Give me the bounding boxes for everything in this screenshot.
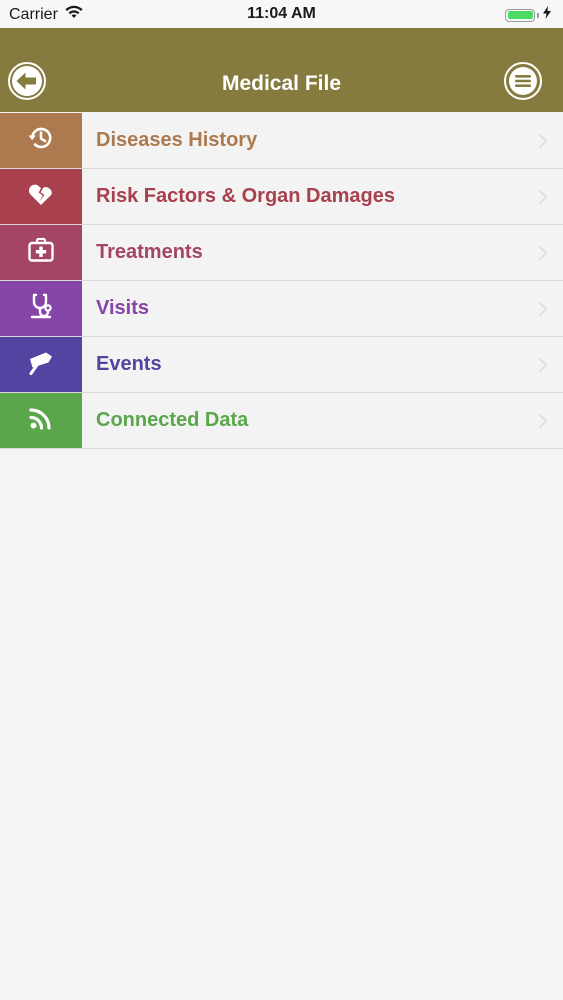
charging-bolt-icon xyxy=(543,6,551,24)
menu-item-treatments[interactable]: Treatments xyxy=(0,225,563,281)
menu-item-label: Events xyxy=(96,353,162,375)
menu-item-risk-factors[interactable]: Risk Factors & Organ Damages xyxy=(0,169,563,225)
menu-item-diseases-history[interactable]: Diseases History xyxy=(0,113,563,169)
rss-icon xyxy=(26,403,56,438)
battery-icon xyxy=(505,8,535,22)
history-icon xyxy=(26,123,56,158)
signpost-icon xyxy=(25,347,57,382)
chevron-right-icon xyxy=(523,169,563,224)
menu-item-label: Diseases History xyxy=(96,129,258,151)
menu-item-label: Connected Data xyxy=(96,409,249,431)
rss-icon-tile xyxy=(0,393,82,448)
navigation-bar: Medical File xyxy=(0,28,563,112)
stethoscope-icon-tile xyxy=(0,281,82,336)
menu-item-connected-data[interactable]: Connected Data xyxy=(0,393,563,449)
page-title: Medical File xyxy=(221,72,342,95)
broken-heart-icon-tile xyxy=(0,169,82,224)
history-icon-tile xyxy=(0,113,82,168)
chevron-right-icon xyxy=(523,281,563,336)
first-aid-kit-icon-tile xyxy=(0,225,82,280)
battery-indicator xyxy=(505,6,551,24)
chevron-right-icon xyxy=(523,393,563,448)
menu-item-label: Treatments xyxy=(96,241,203,263)
stethoscope-icon xyxy=(26,291,56,326)
chevron-right-icon xyxy=(523,113,563,168)
signpost-icon-tile xyxy=(0,337,82,392)
medical-file-menu: Diseases History Risk Factors & Organ Da… xyxy=(0,113,563,449)
menu-item-label: Risk Factors & Organ Damages xyxy=(96,185,395,207)
menu-item-events[interactable]: Events xyxy=(0,337,563,393)
menu-item-label: Visits xyxy=(96,297,149,319)
menu-button[interactable] xyxy=(504,62,542,100)
clock: 11:04 AM xyxy=(247,5,316,22)
first-aid-kit-icon xyxy=(26,235,56,270)
chevron-right-icon xyxy=(523,337,563,392)
battery-tip xyxy=(537,12,539,18)
battery-level xyxy=(507,11,533,19)
hamburger-icon xyxy=(506,64,540,98)
broken-heart-icon xyxy=(26,179,56,214)
status-bar: Carrier 11:04 AM xyxy=(0,0,563,28)
chevron-right-icon xyxy=(523,225,563,280)
menu-item-visits[interactable]: Visits xyxy=(0,281,563,337)
